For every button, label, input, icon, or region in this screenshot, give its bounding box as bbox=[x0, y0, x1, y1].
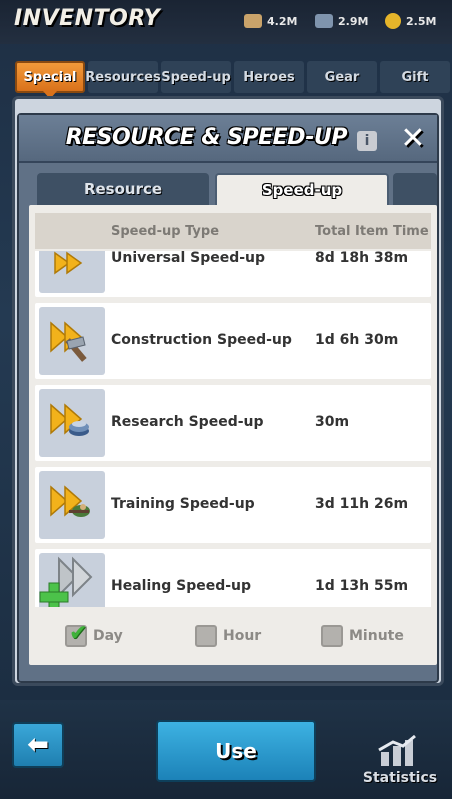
filter-day-label: Day bbox=[93, 628, 123, 644]
checkmark-icon: ✔ bbox=[69, 621, 88, 646]
tab-resources[interactable]: Resources bbox=[85, 61, 161, 93]
training-speedup-icon bbox=[39, 471, 105, 539]
resource-wood-value: 4.2M bbox=[267, 14, 298, 28]
day-checkbox[interactable]: ✔ bbox=[65, 621, 87, 647]
list-item-construction[interactable]: Construction Speed-up 1d 6h 30m bbox=[35, 303, 431, 379]
filter-hour-label: Hour bbox=[223, 628, 262, 644]
close-icon[interactable]: ✕ bbox=[397, 123, 429, 155]
back-arrow-icon: ⬅ bbox=[27, 730, 49, 760]
tab-resource[interactable]: Resource bbox=[37, 173, 209, 205]
dialog-header: RESOURCE & SPEED-UP i ✕ bbox=[19, 115, 437, 163]
tab-special[interactable]: Special bbox=[15, 61, 85, 99]
resource-iron-value: 2.9M bbox=[338, 14, 369, 28]
research-speedup-icon bbox=[39, 389, 105, 457]
resource-speedup-dialog: RESOURCE & SPEED-UP i ✕ Resource Speed-u… bbox=[12, 96, 444, 686]
time-unit-filters: ✔ Day Hour Minute bbox=[29, 615, 437, 659]
speedup-time: 1d 6h 30m bbox=[315, 332, 399, 348]
speedup-name: Universal Speed-up bbox=[111, 251, 266, 266]
resource-wood: 4.2M bbox=[244, 11, 297, 31]
column-header: Speed-up Type Total Item Time bbox=[35, 213, 431, 249]
speedup-name: Research Speed-up bbox=[111, 414, 264, 430]
healing-speedup-icon bbox=[39, 553, 105, 607]
column-time-header: Total Item Time bbox=[315, 223, 429, 239]
filter-minute[interactable]: Minute bbox=[321, 625, 404, 647]
speedup-time: 30m bbox=[315, 414, 350, 430]
list-item-healing[interactable]: Healing Speed-up 1d 13h 55m bbox=[35, 549, 431, 607]
universal-speedup-icon bbox=[39, 251, 105, 293]
filter-day[interactable]: ✔ Day bbox=[65, 621, 123, 647]
speedup-list[interactable]: Universal Speed-up 8d 18h 38m Constructi… bbox=[35, 251, 431, 607]
dialog-title: RESOURCE & SPEED-UP bbox=[65, 125, 348, 150]
column-type-header: Speed-up Type bbox=[111, 223, 220, 239]
info-icon[interactable]: i bbox=[357, 131, 377, 151]
tab-overflow[interactable] bbox=[393, 173, 437, 205]
speedup-name: Healing Speed-up bbox=[111, 578, 252, 594]
category-tabs: Special Resources Speed-up Heroes Gear G… bbox=[15, 61, 450, 99]
tab-gift[interactable]: Gift bbox=[380, 61, 450, 93]
resource-gold-value: 2.5M bbox=[406, 14, 437, 28]
statistics-button[interactable]: Statistics bbox=[355, 734, 445, 790]
page-title: INVENTORY bbox=[14, 6, 161, 31]
list-item-training[interactable]: Training Speed-up 3d 11h 26m bbox=[35, 467, 431, 543]
resource-gold: 2.5M bbox=[385, 11, 436, 31]
dialog-body: RESOURCE & SPEED-UP i ✕ Resource Speed-u… bbox=[17, 113, 439, 683]
speedup-time: 3d 11h 26m bbox=[315, 496, 409, 512]
speedup-time: 1d 13h 55m bbox=[315, 578, 409, 594]
gold-coin-icon bbox=[385, 13, 401, 29]
list-item-research[interactable]: Research Speed-up 30m bbox=[35, 385, 431, 461]
bottom-bar: ⬅ Use Statistics bbox=[0, 700, 452, 799]
hour-checkbox[interactable] bbox=[195, 625, 217, 647]
use-button[interactable]: Use bbox=[156, 720, 316, 782]
resource-iron: 2.9M bbox=[315, 11, 368, 31]
speedup-time: 8d 18h 38m bbox=[315, 251, 409, 266]
speedup-name: Training Speed-up bbox=[111, 496, 255, 512]
speedup-panel: Speed-up Type Total Item Time Universal … bbox=[29, 205, 437, 665]
tab-speed-up[interactable]: Speed-up bbox=[161, 61, 231, 93]
construction-speedup-icon bbox=[39, 307, 105, 375]
filter-hour[interactable]: Hour bbox=[195, 625, 261, 647]
tab-speed-up-active[interactable]: Speed-up bbox=[215, 173, 389, 205]
iron-icon bbox=[315, 14, 333, 28]
statistics-icon bbox=[378, 734, 416, 766]
speedup-name: Construction Speed-up bbox=[111, 332, 292, 348]
wood-icon bbox=[244, 14, 262, 28]
minute-checkbox[interactable] bbox=[321, 625, 343, 647]
tab-heroes[interactable]: Heroes bbox=[234, 61, 304, 93]
tab-gear[interactable]: Gear bbox=[307, 61, 377, 93]
back-button[interactable]: ⬅ bbox=[12, 722, 64, 768]
filter-minute-label: Minute bbox=[349, 628, 404, 644]
statistics-label: Statistics bbox=[362, 770, 438, 786]
top-bar: INVENTORY 4.2M 2.9M 2.5M bbox=[0, 0, 452, 44]
list-item-universal[interactable]: Universal Speed-up 8d 18h 38m bbox=[35, 251, 431, 297]
